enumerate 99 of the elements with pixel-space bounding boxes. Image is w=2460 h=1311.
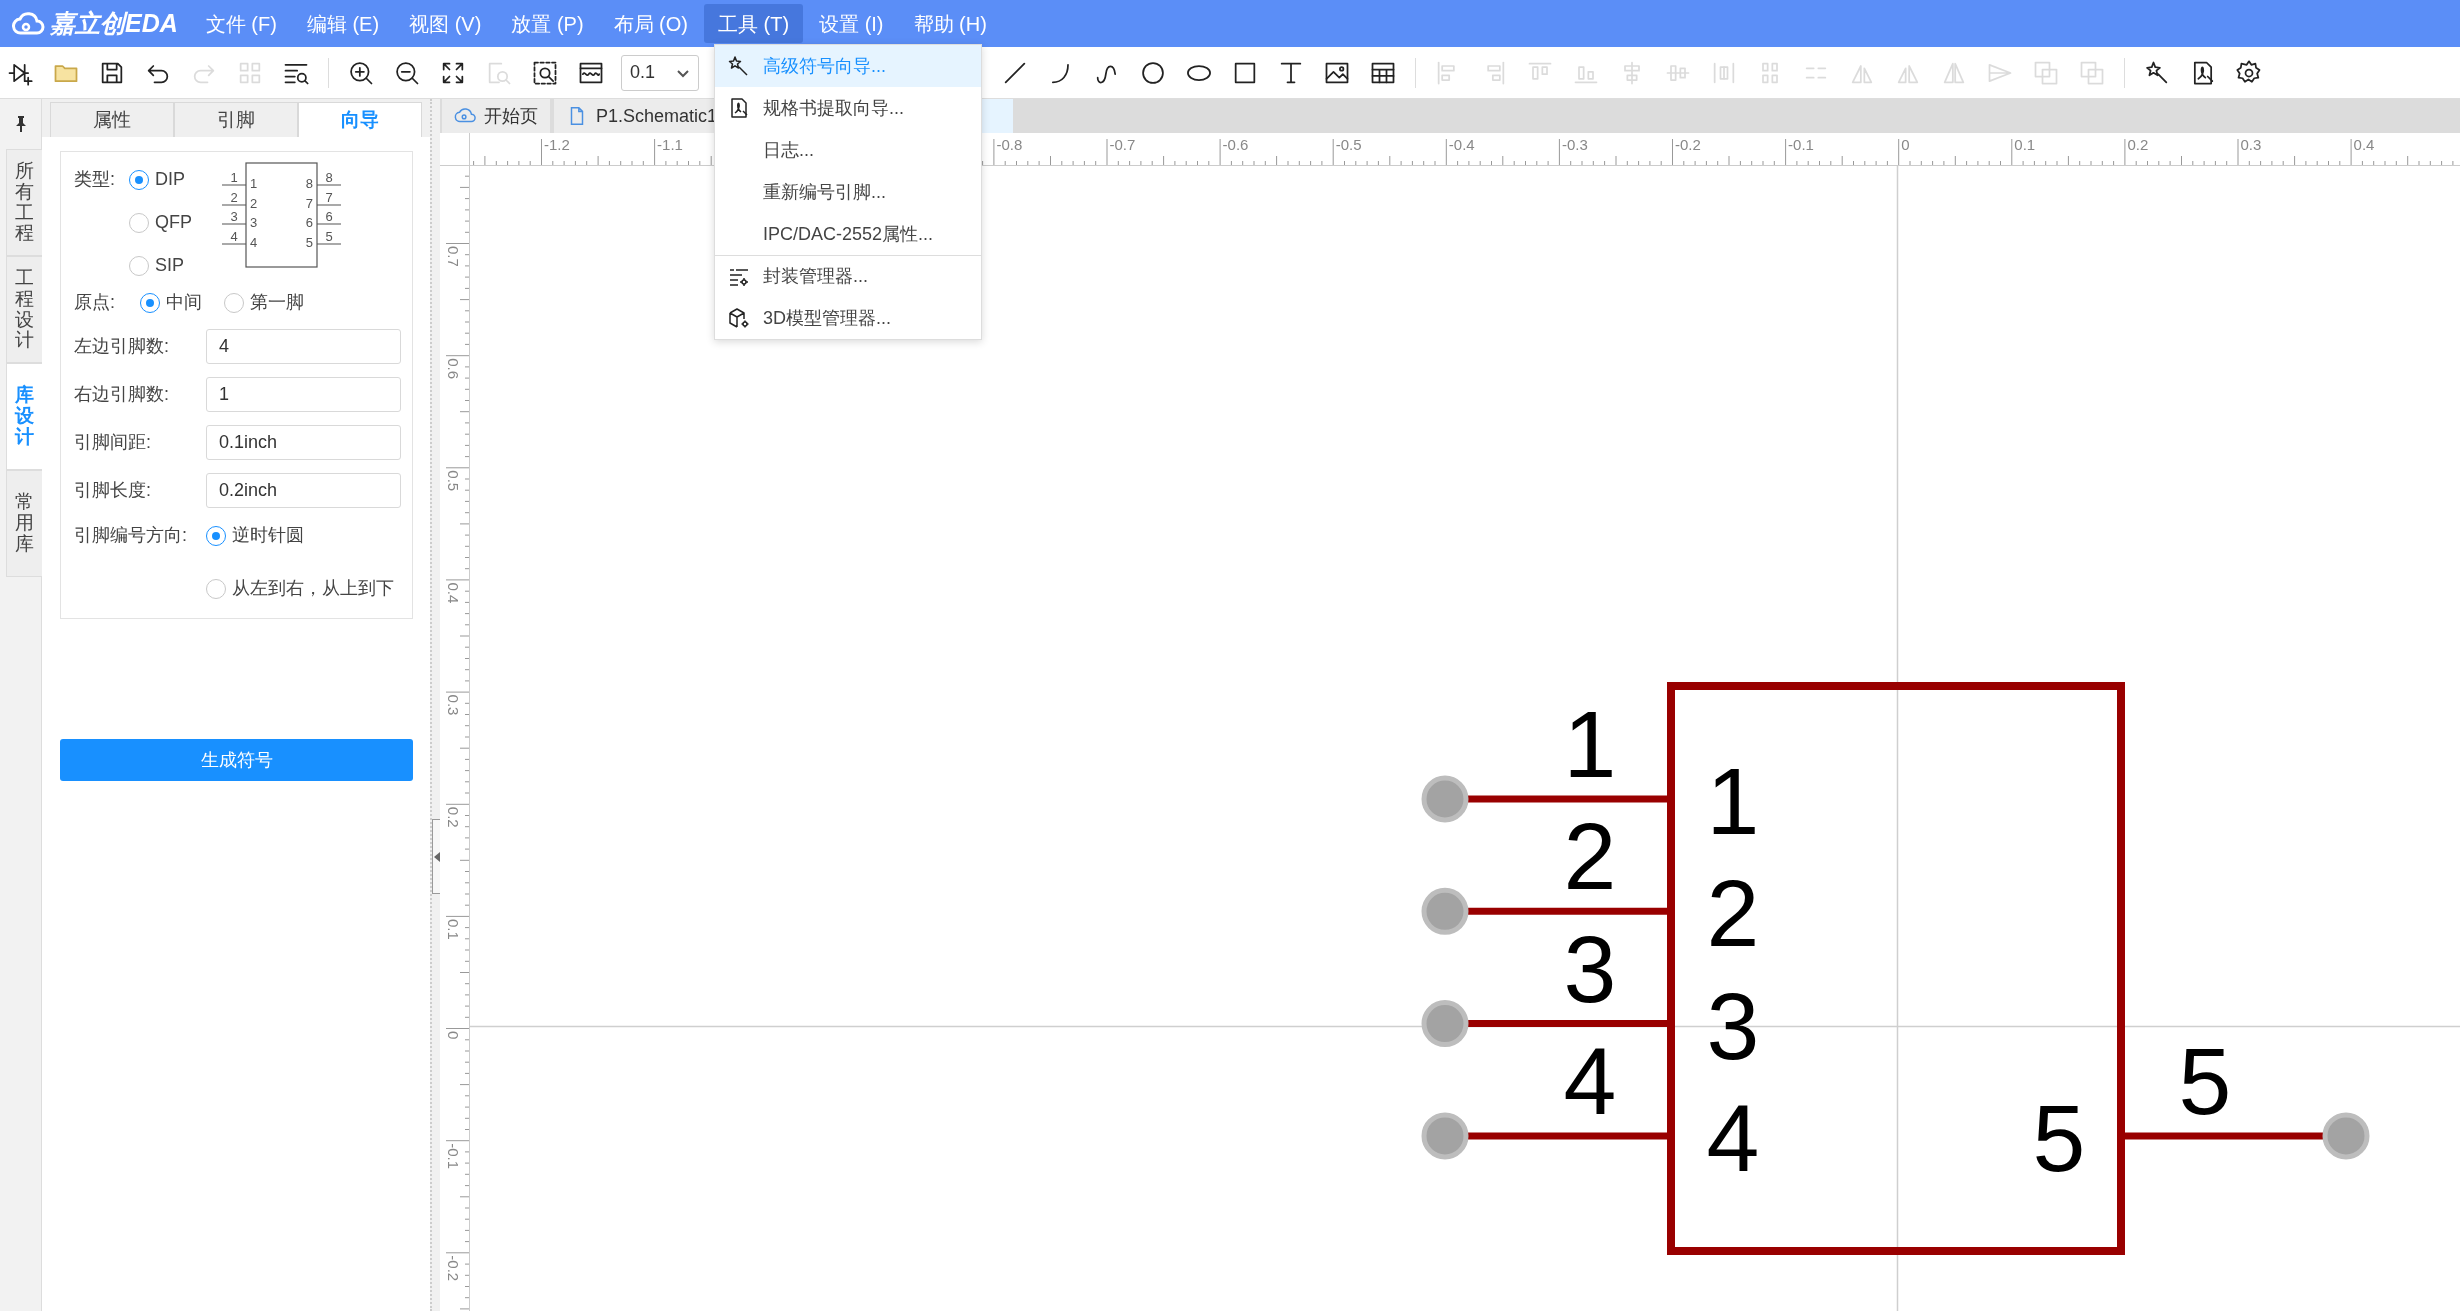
input-field[interactable]: 0.2inch [206, 473, 401, 508]
cube-settings-icon [727, 306, 751, 330]
pin-name: 2 [1706, 860, 1760, 967]
ruler-label: -0.6 [1222, 136, 1249, 153]
pin[interactable] [1421, 887, 1667, 935]
panel-tab[interactable]: 引脚 [174, 102, 298, 137]
pin-name: 4 [1706, 1084, 1760, 1191]
input-field[interactable]: 0.1inch [206, 425, 401, 460]
pin-number: 4 [230, 229, 238, 244]
side-tab[interactable]: 常用库 [6, 470, 42, 577]
menu-item[interactable]: 日志... [715, 129, 981, 171]
pin-number: 3 [230, 209, 238, 224]
radio-button[interactable] [129, 255, 149, 276]
radio-button[interactable] [206, 525, 226, 546]
ruler-label: -0.8 [996, 136, 1023, 153]
triangle-left-icon [433, 851, 440, 862]
pin-name: 1 [1706, 748, 1760, 854]
pin-number: 5 [2178, 1027, 2232, 1134]
radio-button[interactable] [206, 578, 226, 599]
ruler-label: 0.5 [445, 470, 462, 492]
ruler-label: -0.2 [1675, 136, 1701, 153]
ruler-label: -0.3 [1561, 136, 1588, 153]
pin-number: 3 [250, 215, 258, 230]
ruler-label: -0.7 [1109, 136, 1136, 153]
field-label: 右边引脚数: [74, 383, 170, 406]
ruler-label: -0.1 [445, 1143, 462, 1170]
radio-label: 第一脚 [250, 291, 304, 314]
menu-item[interactable]: 3D模型管理器... [715, 297, 981, 339]
symbol-body[interactable] [1667, 682, 2125, 1255]
menu-item[interactable]: IPC/DAC-2552属性... [715, 213, 981, 255]
app-logo: 嘉立创EDA [50, 7, 178, 39]
pin-number: 1 [230, 170, 238, 185]
pin-number: 2 [250, 196, 258, 211]
pin-number: 1 [250, 176, 258, 191]
pin-name: 5 [2032, 1084, 2086, 1191]
input-field[interactable]: 1 [206, 377, 401, 412]
radio-label: SIP [155, 254, 185, 277]
radio-label: 中间 [166, 291, 202, 314]
pin-number: 3 [1563, 915, 1617, 1022]
ruler-label: -1.2 [544, 136, 570, 153]
zoom-select[interactable]: 0.1 [621, 54, 699, 91]
ruler-label: 0.2 [445, 806, 462, 828]
pin-number: 8 [305, 176, 314, 191]
ruler-label: -0.4 [1448, 136, 1475, 153]
ruler-label: 0 [1901, 136, 1910, 153]
radio-button[interactable] [129, 169, 149, 190]
side-tab[interactable]: 所有工程 [6, 149, 42, 256]
field-label: 原点: [74, 291, 116, 314]
ruler-label: 0.3 [2240, 136, 2262, 153]
pin[interactable] [1421, 775, 1667, 823]
radio-label: QFP [155, 211, 193, 234]
pin-number: 4 [1563, 1027, 1617, 1134]
input-field[interactable]: 4 [206, 329, 401, 364]
pin-number: 4 [250, 235, 258, 250]
menu-item[interactable]: 重新编号引脚... [715, 171, 981, 213]
side-tab[interactable]: 工程设计 [6, 256, 42, 363]
pin-number: 2 [1563, 803, 1617, 910]
pin-number: 6 [325, 209, 333, 224]
menu-item[interactable]: 封装管理器... [715, 255, 981, 297]
pin-number: 7 [325, 190, 333, 205]
pin-name: 3 [1706, 972, 1760, 1079]
ruler-label: 0.6 [445, 358, 462, 380]
radio-button[interactable] [140, 292, 160, 313]
ruler-label: -1.1 [657, 136, 683, 153]
ruler-label: 0.2 [2127, 136, 2149, 153]
field-label: 引脚编号方向: [74, 524, 188, 547]
ruler-label: 0 [445, 1031, 462, 1040]
field-label: 引脚长度: [74, 479, 152, 502]
ruler-label: 0.7 [445, 246, 462, 267]
ruler-label: -0.2 [445, 1255, 462, 1282]
document-tab[interactable]: 开始页 [442, 99, 550, 133]
ruler-label: 0.4 [2353, 136, 2375, 153]
pin-number: 1 [1563, 691, 1617, 797]
radio-label: 从左到右，从上到下 [232, 577, 394, 600]
field-label: 左边引脚数: [74, 335, 170, 358]
ruler-label: 0.1 [2014, 136, 2036, 153]
pin-number: 5 [305, 235, 314, 250]
pin-number: 2 [230, 190, 238, 205]
pin-number: 8 [325, 170, 333, 185]
pin-number: 5 [325, 229, 333, 244]
pin[interactable] [1421, 1112, 1667, 1160]
pin-number: 7 [305, 196, 314, 211]
menu-item[interactable]: 规格书提取向导... [715, 87, 981, 129]
pin-icon [14, 116, 27, 132]
radio-label: 逆时针圆 [232, 524, 304, 547]
radio-label: DIP [155, 168, 186, 191]
ruler-label: -0.5 [1335, 136, 1362, 153]
ruler-label: 0.3 [445, 694, 462, 716]
field-label: 类型: [74, 168, 115, 191]
radio-button[interactable] [129, 212, 149, 233]
pin-number: 6 [305, 215, 314, 230]
menu-item[interactable]: 工具 (T) [704, 4, 804, 43]
ruler-label: 0.1 [445, 918, 462, 940]
ruler-label: -0.1 [1788, 136, 1814, 153]
field-label: 引脚间距: [74, 431, 152, 454]
panel-tab[interactable]: 属性 [50, 102, 174, 137]
ruler-label: 0.4 [445, 582, 462, 604]
cloud-logo-icon [12, 10, 46, 37]
radio-button[interactable] [224, 292, 244, 313]
